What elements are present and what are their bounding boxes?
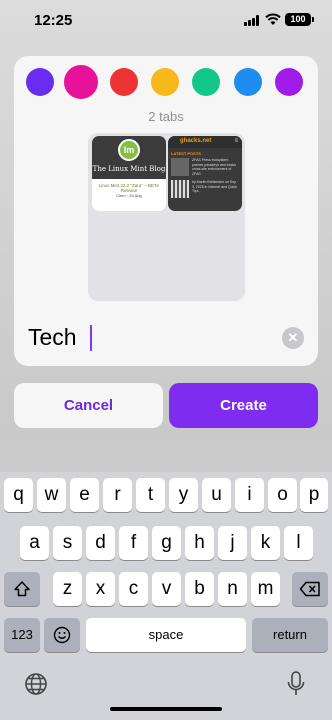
key-t[interactable]: t xyxy=(136,478,165,512)
globe-icon[interactable] xyxy=(24,672,48,696)
tabs-preview: lm The Linux Mint Blog Linux Mint 22.2 "… xyxy=(88,133,245,301)
clear-text-icon[interactable]: ✕ xyxy=(282,327,304,349)
key-w[interactable]: w xyxy=(37,478,66,512)
color-swatch-red[interactable] xyxy=(110,68,138,96)
key-o[interactable]: o xyxy=(268,478,297,512)
microphone-icon[interactable] xyxy=(287,671,305,697)
key-v[interactable]: v xyxy=(152,572,181,606)
create-button[interactable]: Create xyxy=(169,383,318,428)
tab-thumbnail-ghacks: ghacks.net ≡ LATEST POSTS ZFAS Press eco… xyxy=(168,136,242,211)
key-j[interactable]: j xyxy=(218,526,247,560)
key-g[interactable]: g xyxy=(152,526,181,560)
mint-article-meta: Clem ◦ 24 Aug xyxy=(116,193,142,198)
color-swatch-yellow[interactable] xyxy=(151,68,179,96)
key-c[interactable]: c xyxy=(119,572,148,606)
status-bar: 12:25 100 xyxy=(0,0,332,44)
key-b[interactable]: b xyxy=(185,572,214,606)
ghacks-logo: ghacks.net xyxy=(180,138,212,144)
cellular-signal-icon xyxy=(244,15,260,26)
key-u[interactable]: u xyxy=(202,478,231,512)
delete-icon xyxy=(299,581,320,597)
key-a[interactable]: a xyxy=(20,526,49,560)
shift-key[interactable] xyxy=(4,572,40,606)
color-swatch-pink[interactable] xyxy=(64,65,98,99)
ghacks-post-title: ZFAS Press ecosystem pushes passkeys and… xyxy=(192,158,236,176)
mint-article-headline: Linux Mint 22.2 "Zara" – BETA Release xyxy=(98,183,160,193)
mint-blog-title: The Linux Mint Blog xyxy=(92,165,166,173)
key-n[interactable]: n xyxy=(218,572,247,606)
space-key[interactable]: space xyxy=(86,618,246,652)
tabs-count-label: 2 tabs xyxy=(148,109,184,124)
color-swatch-purple[interactable] xyxy=(26,68,54,96)
key-y[interactable]: y xyxy=(169,478,198,512)
status-time: 12:25 xyxy=(34,12,73,29)
wifi-icon xyxy=(265,13,281,25)
color-picker xyxy=(26,65,308,99)
key-q[interactable]: q xyxy=(4,478,33,512)
key-h[interactable]: h xyxy=(185,526,214,560)
group-name-input[interactable]: Tech xyxy=(28,324,77,351)
post-thumbnail-image xyxy=(171,158,189,176)
emoji-icon xyxy=(53,626,71,644)
linux-mint-logo-icon: lm xyxy=(118,139,140,161)
key-k[interactable]: k xyxy=(251,526,280,560)
hamburger-menu-icon: ≡ xyxy=(234,138,238,144)
ghacks-post-meta: by Martin Brinkmann on Sep 3, 2025 in In… xyxy=(192,180,237,193)
emoji-key[interactable] xyxy=(44,618,80,652)
tab-thumbnail-linux-mint: lm The Linux Mint Blog Linux Mint 22.2 "… xyxy=(92,136,166,211)
return-key[interactable]: return xyxy=(252,618,328,652)
delete-key[interactable] xyxy=(292,572,328,606)
key-x[interactable]: x xyxy=(86,572,115,606)
key-e[interactable]: e xyxy=(70,478,99,512)
group-name-field[interactable]: Tech ✕ xyxy=(28,321,304,353)
text-caret xyxy=(90,325,92,351)
key-l[interactable]: l xyxy=(284,526,313,560)
battery-icon: 100 xyxy=(285,13,314,26)
numbers-key[interactable]: 123 xyxy=(4,618,40,652)
color-swatch-green[interactable] xyxy=(192,68,220,96)
key-f[interactable]: f xyxy=(119,526,148,560)
key-i[interactable]: i xyxy=(235,478,264,512)
key-s[interactable]: s xyxy=(53,526,82,560)
color-swatch-blue[interactable] xyxy=(234,68,262,96)
home-indicator[interactable] xyxy=(110,707,222,711)
color-swatch-violet[interactable] xyxy=(275,68,303,96)
cancel-button[interactable]: Cancel xyxy=(14,383,163,428)
tab-group-card: 2 tabs lm The Linux Mint Blog Linux Mint… xyxy=(14,56,318,366)
key-r[interactable]: r xyxy=(103,478,132,512)
shift-icon xyxy=(14,581,30,597)
key-p[interactable]: p xyxy=(300,478,328,512)
ghacks-section-title: LATEST POSTS xyxy=(171,151,201,156)
key-d[interactable]: d xyxy=(86,526,115,560)
key-m[interactable]: m xyxy=(251,572,280,606)
key-z[interactable]: z xyxy=(53,572,82,606)
onscreen-keyboard: q w e r t y u i o p a s d f g h j k l z … xyxy=(0,472,332,720)
post-thumbnail-image xyxy=(171,180,189,198)
